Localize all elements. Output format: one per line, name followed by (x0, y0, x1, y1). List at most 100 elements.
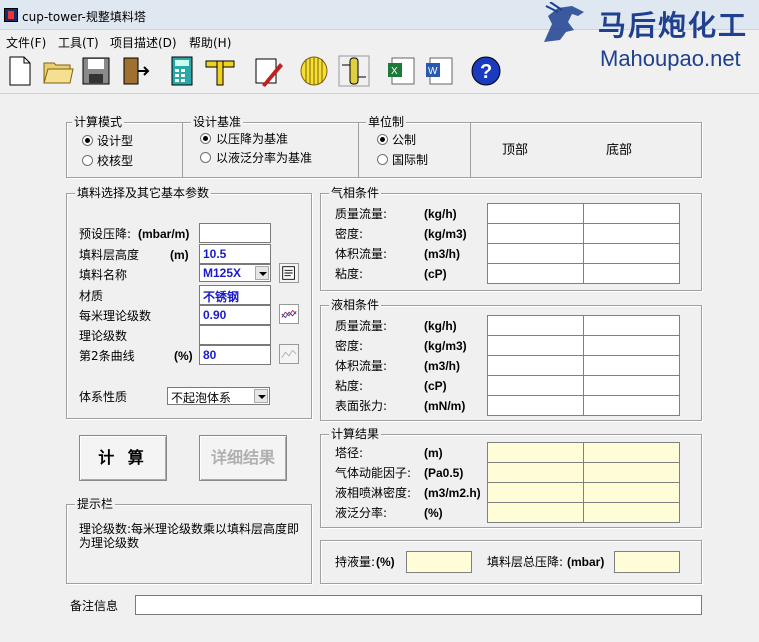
tower-icon[interactable] (338, 55, 370, 87)
stages-per-meter-input[interactable]: 0.90 (199, 305, 271, 325)
liquid-top-cell[interactable] (487, 395, 584, 416)
menu-tools[interactable]: 工具(T) (58, 34, 99, 51)
curve-chart-icon[interactable] (279, 304, 299, 324)
save-disk-icon[interactable] (80, 55, 112, 87)
divider (358, 122, 359, 178)
liquid-row-label: 质量流量: (335, 319, 388, 333)
liquid-bottom-cell[interactable] (583, 355, 680, 376)
gas-row-label: 密度: (335, 227, 364, 241)
results-bottom-cell (583, 502, 680, 523)
divider (470, 122, 471, 178)
liquid-bottom-cell[interactable] (583, 375, 680, 396)
gas-bottom-cell[interactable] (583, 223, 680, 244)
exit-door-icon[interactable] (118, 55, 150, 87)
open-folder-icon[interactable] (42, 55, 74, 87)
gas-row-unit: (kg/h) (424, 207, 457, 221)
results-top-cell (487, 442, 584, 463)
gas-top-cell[interactable] (487, 263, 584, 284)
total-dp-output (614, 551, 680, 573)
radio-design[interactable] (82, 135, 93, 146)
packing-icon[interactable] (298, 55, 330, 87)
radio-metric[interactable] (377, 134, 388, 145)
menu-project[interactable]: 项目描述(D) (110, 34, 177, 51)
liquid-row-unit: (mN/m) (424, 399, 466, 413)
second-curve-input[interactable]: 80 (199, 345, 271, 365)
system-select[interactable]: 不起泡体系 (167, 387, 270, 405)
total-dp-unit: (mbar) (567, 555, 605, 569)
results-row-unit: (%) (424, 506, 443, 520)
radio-si[interactable] (377, 154, 388, 165)
liquid-row-label: 密度: (335, 339, 364, 353)
remarks-input[interactable] (135, 595, 702, 615)
gas-top-cell[interactable] (487, 203, 584, 224)
liquid-row-unit: (m3/h) (424, 359, 460, 373)
results-top-cell (487, 462, 584, 483)
gas-top-cell[interactable] (487, 243, 584, 264)
bed-height-input[interactable]: 10.5 (199, 244, 271, 264)
results-top-cell (487, 482, 584, 503)
design-basis-label: 设计基准 (191, 115, 244, 129)
theoretical-stages-label: 理论级数 (79, 329, 128, 343)
radio-si-label: 国际制 (392, 153, 429, 167)
liquid-top-cell[interactable] (487, 355, 584, 376)
liquid-bottom-cell[interactable] (583, 315, 680, 336)
gas-bottom-cell[interactable] (583, 243, 680, 264)
packing-list-icon[interactable] (279, 263, 299, 283)
excel-icon[interactable]: X (386, 55, 418, 87)
liquid-top-cell[interactable] (487, 335, 584, 356)
liquid-top-cell[interactable] (487, 375, 584, 396)
help-icon[interactable]: ? (470, 55, 502, 87)
column-bottom-header: 底部 (606, 143, 633, 158)
column-top-header: 顶部 (502, 143, 529, 158)
gas-bottom-cell[interactable] (583, 203, 680, 224)
liquid-row-unit: (kg/m3) (424, 339, 467, 353)
holdup-output (406, 551, 472, 573)
menu-file[interactable]: 文件(F) (6, 34, 46, 51)
results-row-unit: (m3/m2.h) (424, 486, 481, 500)
theoretical-stages-input[interactable] (199, 325, 271, 345)
details-button[interactable]: 详细结果 (199, 435, 287, 481)
radio-check[interactable] (82, 155, 93, 166)
radio-flood-fraction[interactable] (200, 152, 211, 163)
results-bottom-cell (583, 462, 680, 483)
preset-dp-label: 预设压降: (79, 227, 132, 241)
stages-per-meter-label: 每米理论级数 (79, 309, 152, 323)
svg-text:X: X (391, 66, 398, 77)
preset-dp-input[interactable] (199, 223, 271, 243)
liquid-bottom-cell[interactable] (583, 395, 680, 416)
liquid-bottom-cell[interactable] (583, 335, 680, 356)
gas-top-cell[interactable] (487, 223, 584, 244)
packing-name-select[interactable]: M125X (199, 264, 271, 282)
divider (182, 122, 183, 178)
results-row-label: 液泛分率: (335, 506, 388, 520)
ruler-icon[interactable] (204, 55, 236, 87)
results-row-unit: (Pa0.5) (424, 466, 464, 480)
calculate-button[interactable]: 计 算 (79, 435, 167, 481)
word-icon[interactable]: W (424, 55, 456, 87)
toolbar: X W ? (0, 52, 759, 94)
menu-bar: 文件(F) 工具(T) 项目描述(D) 帮助(H) (0, 31, 759, 51)
svg-text:W: W (428, 66, 438, 77)
gas-bottom-cell[interactable] (583, 263, 680, 284)
results-label: 计算结果 (329, 427, 382, 441)
preset-dp-unit: (mbar/m) (138, 227, 190, 241)
results-row-label: 液相喷淋密度: (335, 486, 412, 500)
liquid-row-unit: (cP) (424, 379, 447, 393)
curve-disabled-icon[interactable] (279, 344, 299, 364)
menu-help[interactable]: 帮助(H) (189, 34, 231, 51)
radio-design-label: 设计型 (97, 134, 134, 148)
radio-pressure-drop[interactable] (200, 133, 211, 144)
document-pen-icon[interactable] (252, 55, 284, 87)
liquid-top-cell[interactable] (487, 315, 584, 336)
new-file-icon[interactable] (4, 55, 36, 87)
holdup-label: 持液量: (335, 555, 376, 569)
calculator-icon[interactable] (166, 55, 198, 87)
material-label: 材质 (79, 289, 104, 303)
packing-params-label: 填料选择及其它基本参数 (75, 186, 212, 200)
calc-mode-label: 计算模式 (72, 115, 125, 129)
results-bottom-cell (583, 482, 680, 503)
gas-row-unit: (m3/h) (424, 247, 460, 261)
liquid-row-label: 粘度: (335, 379, 364, 393)
total-dp-label: 填料层总压降: (487, 555, 564, 569)
material-input[interactable]: 不锈钢 (199, 285, 271, 305)
